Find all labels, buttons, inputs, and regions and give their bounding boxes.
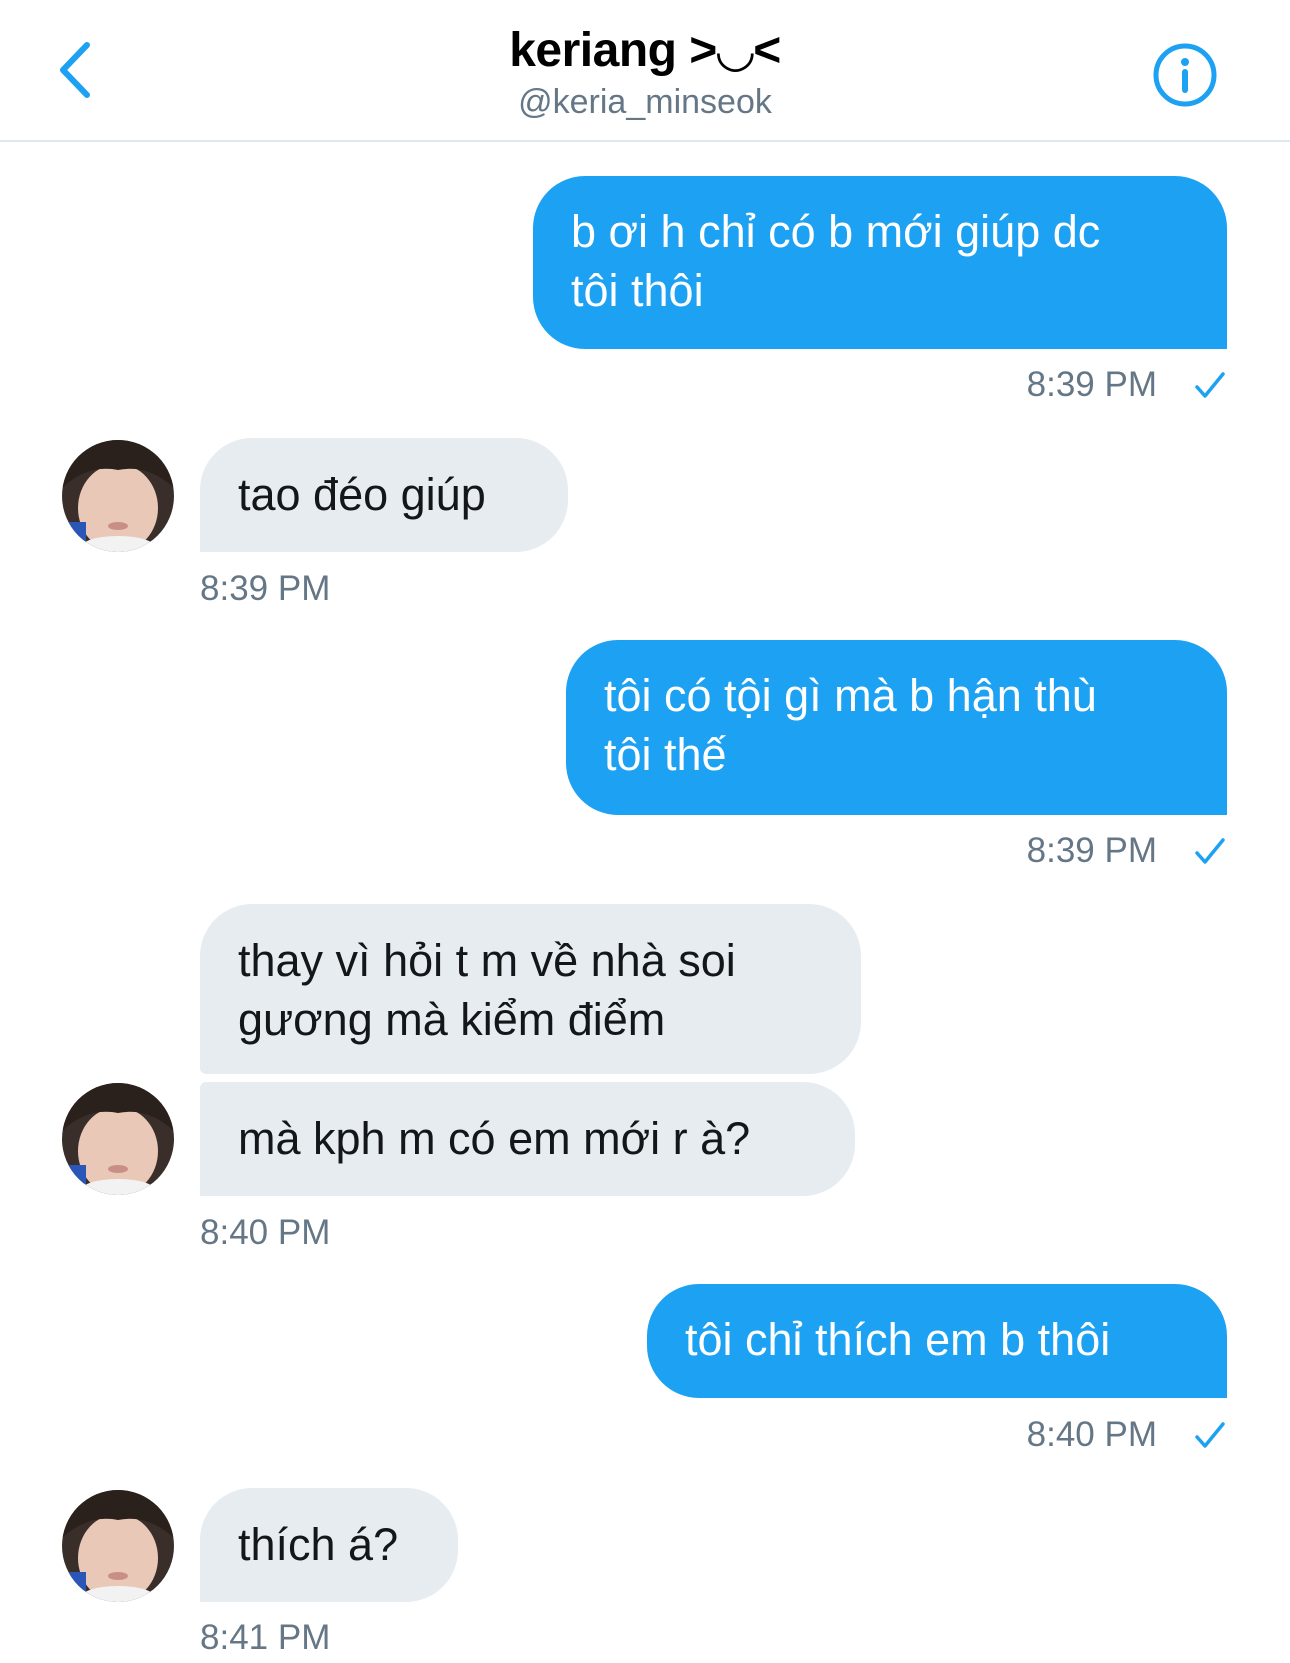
checkmark-icon [1195, 1422, 1225, 1448]
received-message-bubble[interactable]: tao đéo giúp [200, 438, 568, 552]
chevron-left-icon [60, 42, 90, 98]
checkmark-icon [1195, 372, 1225, 398]
received-message-bubble[interactable]: thích á? [200, 1488, 458, 1602]
conversation-handle: @keria_minseok [518, 83, 772, 121]
back-button[interactable] [40, 30, 110, 110]
received-message-bubble[interactable]: mà kph m có em mới r à? [200, 1082, 855, 1196]
conversation-title: keriang >◡< [509, 24, 781, 77]
info-button[interactable] [1150, 40, 1220, 110]
message-line: tôi thôi [571, 265, 704, 316]
header-titles[interactable]: keriang >◡< @keria_minseok [345, 22, 945, 122]
sent-message-bubble[interactable]: tôi có tội gì mà b hận thù tôi thế [566, 640, 1227, 815]
message-line: tôi chỉ thích em b thôi [685, 1314, 1111, 1365]
message-line: thích á? [238, 1519, 399, 1570]
message-line: mà kph m có em mới r à? [238, 1113, 751, 1164]
sent-message-bubble[interactable]: tôi chỉ thích em b thôi [647, 1284, 1227, 1398]
message-line: tôi thế [604, 729, 727, 780]
checkmark-icon [1195, 838, 1225, 864]
info-icon [1153, 43, 1217, 107]
message-timestamp: 8:39 PM [200, 569, 331, 608]
conversation-header: keriang >◡< @keria_minseok [0, 0, 1290, 142]
sent-message-bubble[interactable]: b ơi h chỉ có b mới giúp dc tôi thôi [533, 176, 1227, 349]
message-timestamp: 8:41 PM [200, 1618, 331, 1657]
avatar[interactable] [62, 1083, 174, 1195]
message-timestamp: 8:39 PM [1026, 365, 1157, 404]
message-line: tôi có tội gì mà b hận thù [604, 670, 1097, 721]
message-timestamp: 8:40 PM [200, 1213, 331, 1252]
message-line: tao đéo giúp [238, 469, 486, 520]
message-timestamp: 8:40 PM [1026, 1415, 1157, 1454]
received-message-bubble[interactable]: thay vì hỏi t m về nhà soi gương mà kiểm… [200, 904, 861, 1074]
message-line: b ơi h chỉ có b mới giúp dc [571, 206, 1101, 257]
avatar[interactable] [62, 440, 174, 552]
avatar[interactable] [62, 1490, 174, 1602]
message-timestamp: 8:39 PM [1026, 831, 1157, 870]
message-line: thay vì hỏi t m về nhà soi [238, 935, 736, 986]
message-line: gương mà kiểm điểm [238, 994, 666, 1045]
